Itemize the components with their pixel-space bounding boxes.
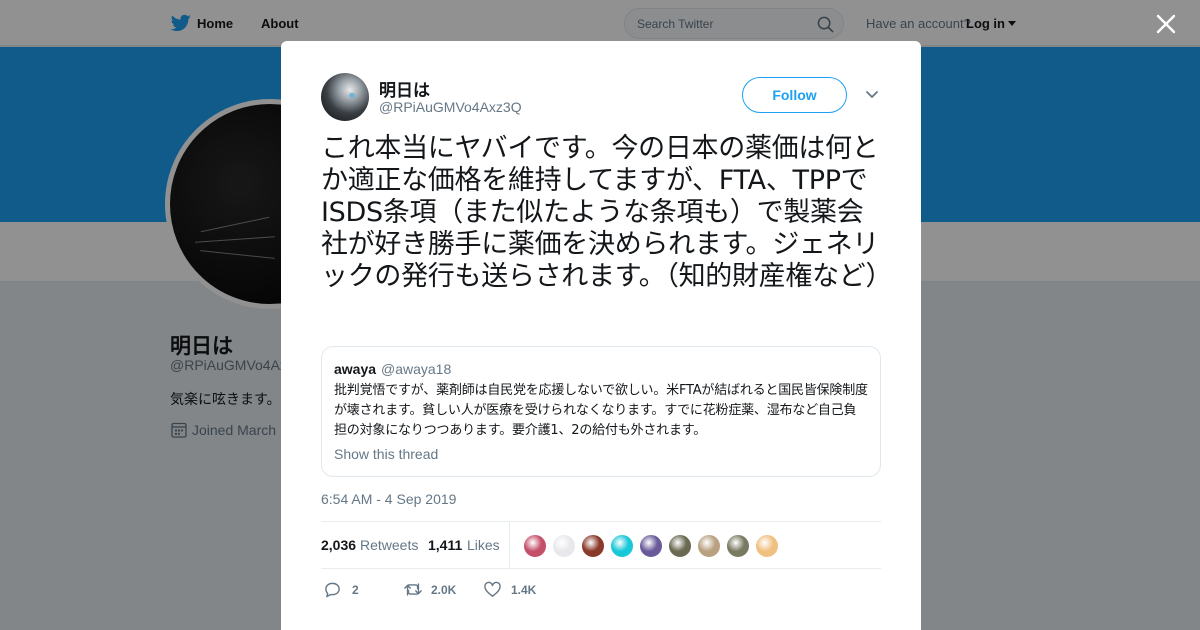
liker-avatar[interactable] xyxy=(668,534,692,558)
chevron-down-icon[interactable] xyxy=(865,90,879,100)
stats-divider xyxy=(509,522,510,569)
reply-count: 2 xyxy=(352,583,359,597)
liker-avatar[interactable] xyxy=(581,534,605,558)
quoted-author-name: awaya xyxy=(334,361,377,377)
tweet-text: これ本当にヤバイです。今の日本の薬価は何とか適正な価格を維持してますが、FTA、… xyxy=(321,133,893,292)
liker-avatar[interactable] xyxy=(697,534,721,558)
likes-label[interactable]: Likes xyxy=(467,537,500,553)
tweet-author-avatar[interactable] xyxy=(321,73,369,121)
quoted-author-handle: @awaya18 xyxy=(381,361,452,377)
follow-button[interactable]: Follow xyxy=(742,77,847,113)
liker-avatar[interactable] xyxy=(552,534,576,558)
liker-avatar[interactable] xyxy=(610,534,634,558)
quoted-tweet[interactable]: awaya @awaya18 批判覚悟ですが、薬剤師は自民党を応援しないで欲しい… xyxy=(321,346,881,477)
like-count: 1.4K xyxy=(511,583,537,597)
tweet-stats: 2,036 Retweets 1,411 Likes xyxy=(321,521,881,569)
liker-avatar[interactable] xyxy=(755,534,779,558)
likes-count[interactable]: 1,411 xyxy=(428,537,462,553)
tweet-modal: 明日は @RPiAuGMVo4Axz3Q Follow これ本当にヤバイです。今… xyxy=(281,41,921,630)
retweet-count: 2.0K xyxy=(431,583,457,597)
close-icon[interactable] xyxy=(1155,13,1177,35)
show-thread-link[interactable]: Show this thread xyxy=(334,446,438,462)
retweets-count[interactable]: 2,036 xyxy=(321,537,356,553)
retweets-label[interactable]: Retweets xyxy=(360,537,418,553)
reply-icon[interactable] xyxy=(323,581,342,598)
tweet-actions: 2 2.0K 1.4K xyxy=(321,579,881,603)
tweet-author-name[interactable]: 明日は xyxy=(379,76,430,101)
retweet-icon[interactable] xyxy=(403,581,423,598)
liker-avatar[interactable] xyxy=(726,534,750,558)
tweet-timestamp[interactable]: 6:54 AM - 4 Sep 2019 xyxy=(321,491,456,507)
liker-avatar[interactable] xyxy=(639,534,663,558)
liker-avatar[interactable] xyxy=(523,534,547,558)
heart-icon[interactable] xyxy=(483,581,502,598)
tweet-author-handle[interactable]: @RPiAuGMVo4Axz3Q xyxy=(379,99,522,115)
quoted-tweet-text: 批判覚悟ですが、薬剤師は自民党を応援しないで欲しい。米FTAが結ばれると国民皆保… xyxy=(334,383,868,438)
